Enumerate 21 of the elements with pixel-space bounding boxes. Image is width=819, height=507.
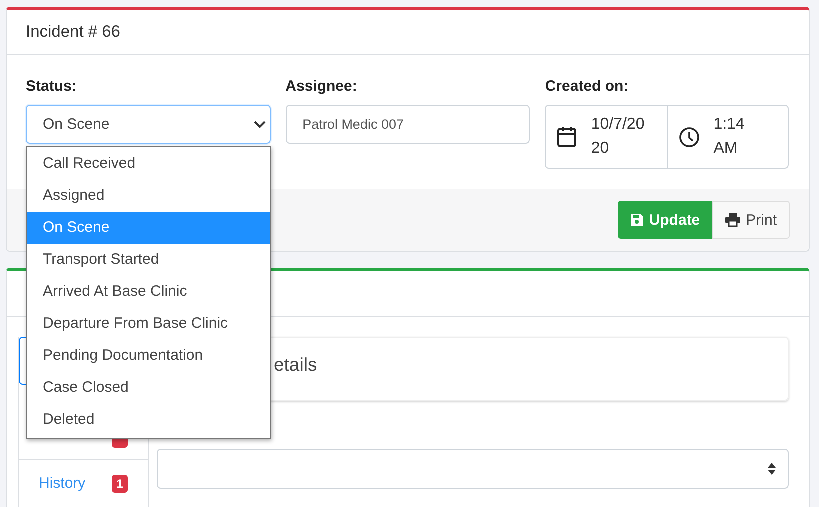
dropdown-option[interactable]: Pending Documentation [27,340,270,372]
side-tab[interactable]: History 1 [19,460,148,507]
print-button[interactable]: Print [712,201,790,239]
assignee-field[interactable]: Patrol Medic 007 [286,105,530,144]
dropdown-option[interactable]: Transport Started [27,244,270,276]
dropdown-option[interactable]: Call Received [27,148,270,180]
sort-arrows-icon [768,463,776,475]
dropdown-option[interactable]: Arrived At Base Clinic [27,276,270,308]
dropdown-option[interactable]: Departure From Base Clinic [27,308,270,340]
dropdown-option[interactable]: Assigned [27,180,270,212]
dropdown-option[interactable]: Deleted [27,404,270,436]
field-label: Assignee: [286,78,358,95]
count-badge: 1 [112,474,128,492]
field-label: Created on: [545,78,630,95]
panel-title: etails [274,354,318,375]
printer-icon [725,213,742,227]
dropdown-option[interactable]: Case Closed [27,372,270,404]
field-label: Status: [26,78,78,95]
card-title: Incident # 66 [7,10,809,55]
chevron-down-icon [254,120,266,128]
status-select[interactable]: On Scene [26,105,271,144]
